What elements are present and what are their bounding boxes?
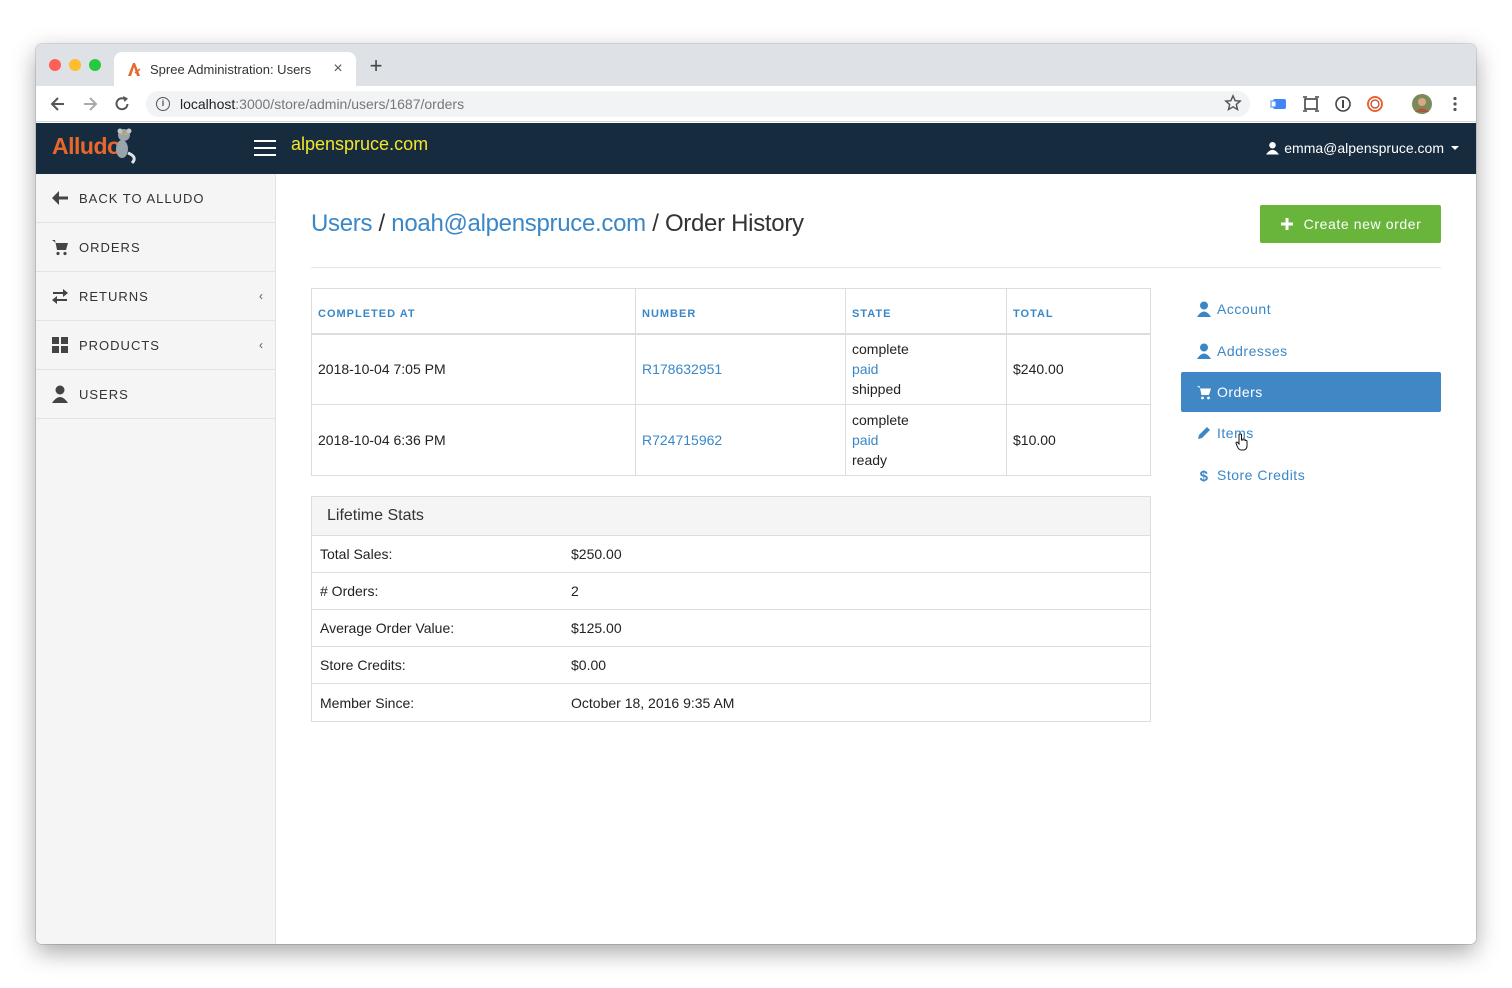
circle-extension-icon[interactable] [1366,95,1384,113]
chevron-left-icon: ‹ [259,289,263,303]
reload-icon[interactable] [112,94,132,114]
order-completed-at: 2018-10-04 7:05 PM [311,333,636,405]
user-tab-addresses[interactable]: Addresses [1181,330,1441,372]
order-completed-at: 2018-10-04 6:36 PM [311,404,636,476]
payment-state-link[interactable]: paid [852,430,1006,450]
alludo-logo[interactable]: Alludo [52,128,136,165]
alludo-favicon-icon [128,63,141,76]
plus-icon [1280,218,1293,230]
main-content: Users / noah@alpenspruce.com / Order His… [276,174,1476,944]
user-icon [52,385,68,403]
stat-row-orders: # Orders: 2 [312,573,1150,610]
extension-icon[interactable] [1270,95,1288,113]
lifetime-stats-panel: Lifetime Stats Total Sales: $250.00 # Or… [311,496,1151,722]
tab-strip: Spree Administration: Users × + [36,44,1476,86]
stat-row-total-sales: Total Sales: $250.00 [312,536,1150,573]
order-history-table: COMPLETED AT NUMBER STATE TOTAL 2018-10-… [311,288,1151,476]
stat-row-average-order-value: Average Order Value: $125.00 [312,610,1150,647]
order-number-link[interactable]: R178632951 [642,361,722,377]
arrow-left-icon [52,191,68,205]
browser-tab[interactable]: Spree Administration: Users × [114,52,356,86]
back-arrow-icon[interactable] [48,94,68,114]
sidebar-item-returns[interactable]: RETURNS ‹ [36,272,275,321]
caret-down-icon [1451,146,1459,150]
user-tab-account[interactable]: Account [1181,288,1441,330]
store-name[interactable]: alpenspruce.com [291,134,428,155]
sidebar-item-back[interactable]: BACK TO ALLUDO [36,174,275,223]
user-menu[interactable]: emma@alpenspruce.com [1266,140,1460,156]
hand-pointer-cursor-icon [1235,433,1248,451]
tab-close-icon[interactable]: × [330,60,346,78]
order-state: complete [852,341,909,358]
table-header-row: COMPLETED AT NUMBER STATE TOTAL [311,288,1151,335]
user-tab-items[interactable]: Items [1181,412,1441,454]
page-title: Users / noah@alpenspruce.com / Order His… [311,210,804,237]
exchange-icon [52,289,68,304]
breadcrumb-user-email[interactable]: noah@alpenspruce.com [391,210,646,237]
stat-row-member-since: Member Since: October 18, 2016 9:35 AM [320,694,735,711]
user-email: emma@alpenspruce.com [1284,140,1444,156]
order-state: complete [852,412,909,428]
profile-avatar-icon[interactable] [1412,94,1432,114]
tab-title: Spree Administration: Users [150,61,312,77]
svg-text:$: $ [1200,468,1209,483]
table-row: 2018-10-04 6:36 PM R724715962 complete p… [311,404,1151,476]
mascot-logo-icon [116,128,136,165]
order-state-cell: complete paid shipped [845,333,1007,405]
sidebar-item-users[interactable]: USERS [36,370,275,419]
stat-row-store-credits: Store Credits: $0.00 [312,647,1150,684]
pencil-icon [1198,427,1210,439]
header-divider [311,267,1441,268]
app-header: Alludo alpenspruce.com emma@alpenspruce.… [36,123,1476,174]
forward-arrow-icon[interactable] [80,94,100,114]
user-tab-store-credits[interactable]: $ Store Credits [1181,454,1441,496]
user-tabs-nav: Account Addresses Orders Items $ Store C… [1181,288,1441,496]
dollar-icon: $ [1200,468,1209,483]
order-state-cell: complete paid ready [845,404,1007,476]
new-tab-button[interactable]: + [366,55,386,77]
browser-toolbar: i localhost:3000/store/admin/users/1687/… [36,86,1476,122]
bookmark-star-icon[interactable] [1224,94,1242,112]
url-path: :3000/store/admin/users/1687/orders [235,96,465,112]
payment-state-link[interactable]: paid [852,359,1006,379]
order-total: $240.00 [1006,333,1151,405]
breadcrumb-current: Order History [664,210,804,237]
address-bar[interactable]: i localhost:3000/store/admin/users/1687/… [146,91,1250,117]
grid-icon [52,337,68,353]
chevron-left-icon: ‹ [259,338,263,352]
user-icon [1197,343,1211,359]
cart-icon [1197,386,1211,400]
sidebar-item-orders[interactable]: ORDERS [36,223,275,272]
admin-sidebar: BACK TO ALLUDO ORDERS RETURNS ‹ PRODUCTS… [36,174,276,944]
browser-menu-icon[interactable] [1446,95,1464,113]
close-window-button[interactable] [49,59,61,71]
column-header-completed-at[interactable]: COMPLETED AT [311,288,636,335]
breadcrumb-users[interactable]: Users [311,210,372,237]
site-info-icon[interactable]: i [156,97,170,111]
minimize-window-button[interactable] [69,59,81,71]
user-icon [1197,301,1211,317]
maximize-window-button[interactable] [89,59,101,71]
user-icon [1266,141,1280,155]
screenshot-extension-icon[interactable] [1302,95,1320,113]
password-extension-icon[interactable] [1334,95,1352,113]
order-total: $10.00 [1006,404,1151,476]
cart-icon [52,240,68,256]
table-row: 2018-10-04 7:05 PM R178632951 complete p… [311,333,1151,405]
shipment-state: shipped [852,381,902,398]
user-tab-orders[interactable]: Orders [1181,372,1441,412]
sidebar-item-products[interactable]: PRODUCTS ‹ [36,321,275,370]
column-header-state[interactable]: STATE [845,288,1007,335]
shipment-state: ready [852,452,888,468]
url-host: localhost [180,96,236,112]
order-number-link[interactable]: R724715962 [642,432,722,448]
browser-window: Spree Administration: Users × + i localh… [36,44,1476,944]
hamburger-menu-icon[interactable] [254,140,276,156]
create-new-order-button[interactable]: Create new order [1260,205,1441,243]
column-header-total[interactable]: TOTAL [1006,288,1151,335]
column-header-number[interactable]: NUMBER [635,288,846,335]
lifetime-stats-title: Lifetime Stats [312,497,1150,536]
